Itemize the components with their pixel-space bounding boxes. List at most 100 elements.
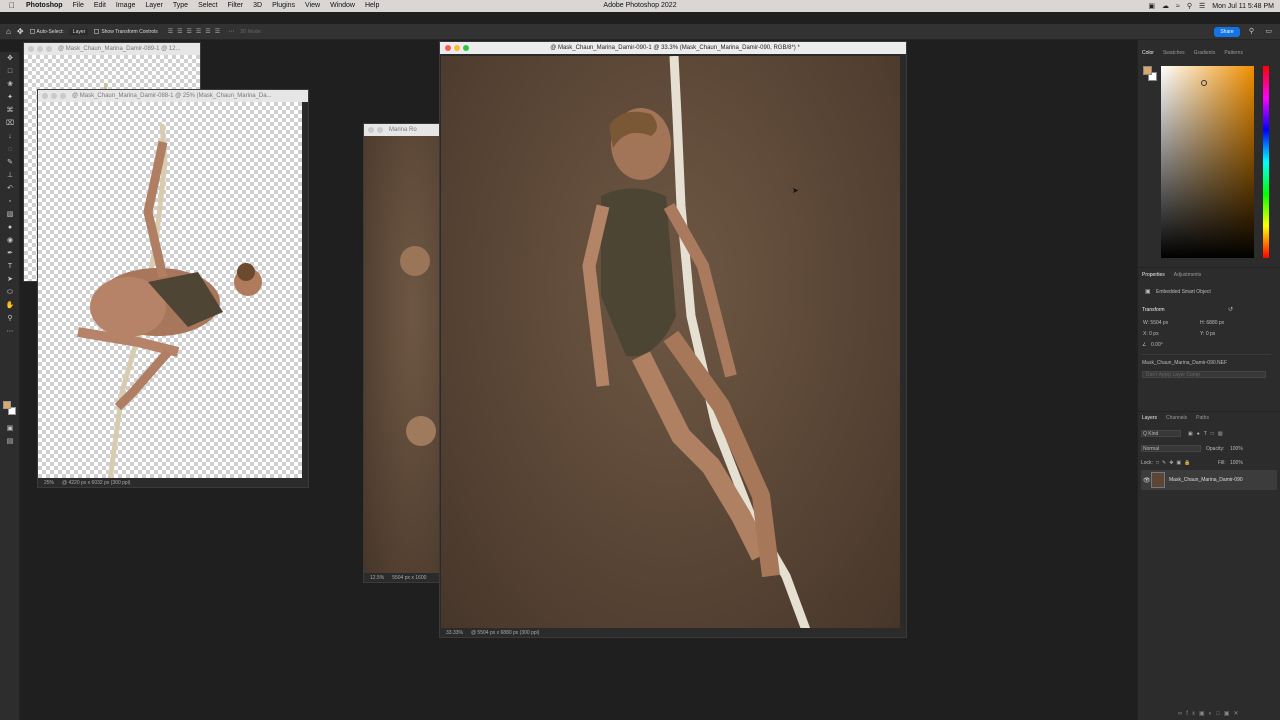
tab-gradients[interactable]: Gradients	[1194, 50, 1216, 56]
close-button[interactable]	[368, 127, 374, 133]
menu-edit[interactable]: Edit	[89, 0, 111, 12]
tab-layers[interactable]: Layers	[1142, 415, 1157, 421]
menu-file[interactable]: File	[68, 0, 89, 12]
zoom-level[interactable]: 25%	[44, 480, 54, 486]
close-button[interactable]	[42, 93, 48, 99]
menu-select[interactable]: Select	[193, 0, 222, 12]
search-icon[interactable]: ⚲	[1249, 27, 1254, 35]
menu-layer[interactable]: Layer	[140, 0, 168, 12]
path-selection-icon[interactable]: ➤	[0, 273, 20, 286]
hue-slider[interactable]	[1263, 66, 1269, 258]
canvas[interactable]	[38, 102, 302, 480]
zoom-button[interactable]	[46, 46, 52, 52]
opacity-field[interactable]: 100%	[1230, 446, 1243, 452]
layers-footer-icons[interactable]: ∞fx▣◐□▣✕	[1178, 710, 1243, 717]
wifi-icon[interactable]: ≈	[1176, 3, 1180, 10]
menu-3d[interactable]: 3D	[248, 0, 267, 12]
control-center-icon[interactable]: ☰	[1199, 2, 1205, 10]
dodge-tool-icon[interactable]: ◉	[0, 234, 20, 247]
align-left-icon[interactable]: ☰	[168, 28, 173, 35]
gradient-tool-icon[interactable]: ▧	[0, 208, 20, 221]
creative-cloud-icon[interactable]: ☁	[1162, 2, 1169, 10]
share-button[interactable]: Share	[1214, 27, 1240, 37]
minimize-button[interactable]	[37, 46, 43, 52]
canvas[interactable]	[441, 56, 900, 630]
reset-transform-icon[interactable]: ↺	[1228, 306, 1233, 313]
quick-mask-icon[interactable]: ▣	[0, 422, 20, 435]
menu-app-name[interactable]: Photoshop	[21, 0, 68, 12]
screen-record-icon[interactable]: ▣	[1148, 2, 1155, 10]
align-top-icon[interactable]: ☰	[196, 28, 201, 35]
y-field[interactable]: Y: 0 px	[1200, 331, 1215, 337]
close-button[interactable]	[445, 45, 451, 51]
eyedropper-icon[interactable]: ↓	[0, 130, 20, 143]
width-field[interactable]: W: 5504 px	[1143, 320, 1168, 326]
zoom-tool-icon[interactable]: ⚲	[0, 312, 20, 325]
tab-swatches[interactable]: Swatches	[1163, 50, 1185, 56]
more-tools-icon[interactable]: ⋯	[0, 325, 20, 338]
menu-filter[interactable]: Filter	[223, 0, 249, 12]
lock-icons[interactable]: □✎✥▣🔒	[1156, 460, 1193, 466]
align-middle-icon[interactable]: ☰	[205, 28, 210, 35]
clone-stamp-icon[interactable]: ⊥	[0, 169, 20, 182]
zoom-button[interactable]	[463, 45, 469, 51]
layer-filter-icons[interactable]: ▣●T□▧	[1188, 431, 1227, 437]
menu-type[interactable]: Type	[168, 0, 193, 12]
document-window-088[interactable]: @ Mask_Chaun_Marina_Damir-088-1 @ 25% (M…	[37, 89, 309, 488]
marquee-tool-icon[interactable]: □	[0, 65, 20, 78]
menu-plugins[interactable]: Plugins	[267, 0, 300, 12]
zoom-button[interactable]	[60, 93, 66, 99]
blur-tool-icon[interactable]: ●	[0, 221, 20, 234]
auto-select-checkbox[interactable]	[29, 28, 35, 34]
workspace-icon[interactable]: ▭	[1265, 27, 1272, 35]
clock[interactable]: Mon Jul 11 5:48 PM	[1212, 3, 1274, 10]
fill-field[interactable]: 100%	[1230, 460, 1243, 466]
home-icon[interactable]: ⌂	[6, 27, 11, 36]
tab-channels[interactable]: Channels	[1166, 415, 1187, 421]
align-bottom-icon[interactable]: ☰	[215, 28, 220, 35]
zoom-level[interactable]: 33.33%	[446, 630, 463, 636]
healing-brush-icon[interactable]: ◌	[0, 143, 20, 156]
move-tool-icon[interactable]: ✥	[17, 27, 24, 36]
tab-color[interactable]: Color	[1142, 50, 1154, 56]
foreground-color-swatch[interactable]	[3, 401, 11, 409]
document-info[interactable]: @ 4220 px x 6032 px (300 ppi)	[62, 480, 130, 486]
lasso-tool-icon[interactable]: ❀	[0, 78, 20, 91]
align-right-icon[interactable]: ☰	[187, 28, 192, 35]
show-transform-checkbox[interactable]	[94, 28, 100, 34]
color-picker-cursor[interactable]	[1201, 80, 1207, 86]
align-center-icon[interactable]: ☰	[177, 28, 182, 35]
screen-mode-icon[interactable]: ▤	[0, 435, 20, 448]
hand-tool-icon[interactable]: ✋	[0, 299, 20, 312]
brush-tool-icon[interactable]: ✎	[0, 156, 20, 169]
magic-wand-icon[interactable]: ✦	[0, 91, 20, 104]
tab-paths[interactable]: Paths	[1196, 415, 1209, 421]
menu-help[interactable]: Help	[360, 0, 384, 12]
tab-properties[interactable]: Properties	[1142, 272, 1165, 278]
pen-tool-icon[interactable]: ✒	[0, 247, 20, 260]
document-info[interactable]: 5504 px x 1600	[392, 575, 426, 581]
minimize-button[interactable]	[377, 127, 383, 133]
crop-tool-icon[interactable]: ⌘	[0, 104, 20, 117]
tab-patterns[interactable]: Patterns	[1224, 50, 1243, 56]
color-picker-field[interactable]	[1161, 66, 1254, 258]
x-field[interactable]: X: 0 px	[1143, 331, 1159, 337]
shape-tool-icon[interactable]: ⬭	[0, 286, 20, 299]
apple-icon[interactable]: 	[0, 0, 21, 12]
frame-tool-icon[interactable]: ⌧	[0, 117, 20, 130]
menu-image[interactable]: Image	[111, 0, 140, 12]
height-field[interactable]: H: 6880 px	[1200, 320, 1224, 326]
menu-window[interactable]: Window	[325, 0, 360, 12]
auto-select-dropdown[interactable]: Layer	[69, 28, 89, 35]
angle-field[interactable]: 0.00°	[1151, 342, 1163, 348]
close-button[interactable]	[28, 46, 34, 52]
zoom-level[interactable]: 12.5%	[370, 575, 384, 581]
type-tool-icon[interactable]: T	[0, 260, 20, 273]
minimize-button[interactable]	[51, 93, 57, 99]
tab-adjustments[interactable]: Adjustments	[1174, 272, 1202, 278]
search-icon[interactable]: ⚲	[1187, 2, 1192, 10]
layer-item[interactable]: 👁 Mask_Chaun_Marina_Damir-090	[1141, 470, 1277, 490]
eye-icon[interactable]: 👁	[1143, 477, 1151, 484]
more-options-icon[interactable]: ⋯	[228, 28, 234, 35]
menu-view[interactable]: View	[300, 0, 325, 12]
